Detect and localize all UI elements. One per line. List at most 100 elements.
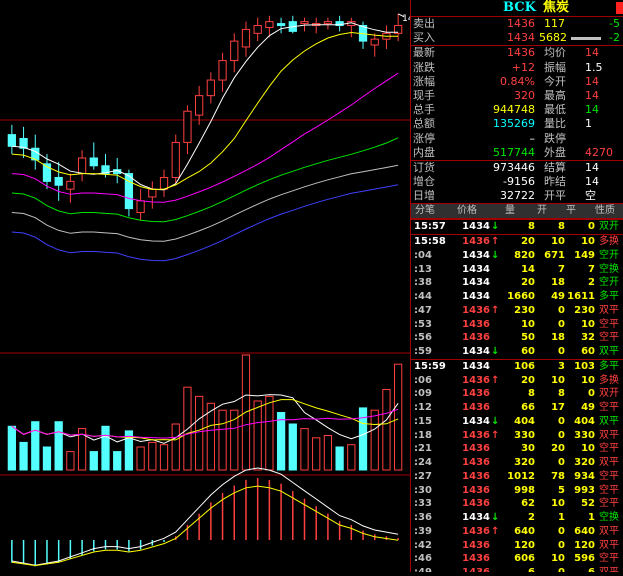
- volume-bar[interactable]: [218, 409, 227, 471]
- tick-open: 10: [551, 553, 565, 565]
- stat-label: 涨停: [413, 131, 435, 145]
- candle[interactable]: [54, 176, 63, 186]
- tick-row[interactable]: :21 1436 30 20 10 空平: [411, 442, 623, 456]
- candle[interactable]: [241, 28, 251, 48]
- tick-row[interactable]: :04 1434 ↓ 820 671 149 空开: [411, 249, 623, 263]
- candle[interactable]: [300, 21, 309, 25]
- stat-label-2: 跌停: [544, 131, 566, 145]
- volume-bar[interactable]: [101, 425, 110, 471]
- stat-value-2: 4270: [585, 145, 613, 159]
- candle[interactable]: [136, 200, 145, 214]
- tick-row[interactable]: :39 1436 ↑ 640 0 640 双平: [411, 525, 623, 539]
- tick-row[interactable]: :36 1434 ↓ 2 1 1 空换: [411, 511, 623, 525]
- tick-row[interactable]: :27 1436 1012 78 934 空平: [411, 470, 623, 484]
- volume-bar[interactable]: [42, 446, 52, 471]
- stat-value: -9156: [503, 175, 535, 189]
- tick-list[interactable]: 15:57 1434 ↓ 8 8 0 双开 15:58 1436 ↑ 20 10 10 多换:04 1434…: [411, 219, 623, 572]
- stat-label-2: 最低: [544, 103, 566, 117]
- tick-row[interactable]: :24 1436 320 0 320 双平: [411, 456, 623, 470]
- tick-row[interactable]: :09 1436 8 8 0 双开: [411, 387, 623, 401]
- volume-bar[interactable]: [253, 400, 262, 471]
- tick-row[interactable]: :44 1434 1660 49 1611 多平: [411, 290, 623, 304]
- volume-bar[interactable]: [19, 441, 28, 471]
- candle[interactable]: [218, 60, 227, 81]
- candle[interactable]: [195, 95, 204, 116]
- tick-row[interactable]: :30 1436 998 5 993 空平: [411, 484, 623, 498]
- candle[interactable]: [66, 180, 75, 190]
- candle[interactable]: [159, 176, 169, 190]
- tick-row[interactable]: :49 1436 6 0 6 双平: [411, 566, 623, 572]
- volume-bar[interactable]: [265, 395, 274, 471]
- tick-nature: 空平: [599, 402, 619, 414]
- tick-nature: 空平: [599, 318, 619, 330]
- tick-time: :47: [414, 304, 432, 316]
- tick-row[interactable]: :13 1434 14 7 7 空换: [411, 263, 623, 277]
- volume-bar[interactable]: [335, 446, 344, 471]
- tick-row[interactable]: :42 1436 120 0 120 双平: [411, 539, 623, 553]
- tick-row[interactable]: :15 1434 ↓ 404 0 404 双平: [411, 415, 623, 429]
- candle[interactable]: [323, 21, 333, 25]
- tick-price: 1436: [462, 498, 490, 510]
- arrow-up-icon: ↑: [491, 304, 500, 316]
- stat-row: 总额 135269 量比 1: [411, 117, 623, 131]
- kline-chart[interactable]: 1442: [0, 0, 425, 572]
- tick-volume: 8: [528, 221, 535, 233]
- volume-bar[interactable]: [113, 451, 122, 471]
- tick-row[interactable]: 15:59 1434 106 3 103 多平: [411, 358, 623, 374]
- tick-row[interactable]: 15:57 1434 ↓ 8 8 0 双开: [411, 219, 623, 234]
- stat-row: 涨跌 +12 振幅 1.5: [411, 61, 623, 75]
- kline-chart-area[interactable]: 1442: [0, 0, 425, 572]
- tick-row[interactable]: :56 1436 50 18 32 空平: [411, 331, 623, 345]
- candle[interactable]: [183, 110, 192, 143]
- candle[interactable]: [7, 134, 16, 147]
- volume-bar[interactable]: [195, 395, 204, 471]
- volume-bar[interactable]: [171, 423, 180, 471]
- candle[interactable]: [77, 157, 87, 175]
- candle[interactable]: [206, 79, 215, 97]
- volume-bar[interactable]: [382, 389, 391, 471]
- candle[interactable]: [89, 157, 98, 167]
- volume-bar[interactable]: [347, 444, 356, 471]
- tick-price: 1436: [462, 332, 490, 344]
- tick-row[interactable]: :18 1436 ↑ 330 0 330 双平: [411, 429, 623, 443]
- candle[interactable]: [370, 38, 379, 46]
- ask-row: 卖出 1436 117 -5: [411, 16, 623, 31]
- candle[interactable]: [148, 188, 157, 198]
- volume-bar[interactable]: [312, 437, 321, 471]
- tick-row[interactable]: :38 1434 20 18 2 空开: [411, 276, 623, 290]
- tick-open: 8: [558, 388, 565, 400]
- tick-nature: 多平: [599, 360, 619, 372]
- volume-bar[interactable]: [66, 451, 75, 471]
- tick-row[interactable]: :06 1436 ↑ 20 10 10 多换: [411, 374, 623, 388]
- tick-row[interactable]: :53 1436 10 0 10 空平: [411, 318, 623, 332]
- tick-row[interactable]: :12 1436 66 17 49 空平: [411, 401, 623, 415]
- volume-bar[interactable]: [136, 446, 145, 471]
- candle[interactable]: [253, 25, 262, 34]
- volume-bar[interactable]: [7, 425, 16, 471]
- volume-bar[interactable]: [31, 421, 40, 471]
- candle[interactable]: [230, 40, 239, 62]
- candle[interactable]: [276, 23, 286, 27]
- tick-row[interactable]: :47 1436 ↑ 230 0 230 双平: [411, 304, 623, 318]
- tick-row[interactable]: :33 1436 62 10 52 空平: [411, 497, 623, 511]
- candle[interactable]: [265, 21, 274, 28]
- volume-bar[interactable]: [54, 421, 63, 471]
- tick-row[interactable]: 15:58 1436 ↑ 20 10 10 多换: [411, 234, 623, 249]
- volume-bar[interactable]: [276, 412, 286, 471]
- volume-bar[interactable]: [323, 435, 333, 471]
- volume-bar[interactable]: [300, 428, 309, 471]
- stat-row: 总手 944748 最低 14: [411, 103, 623, 117]
- volume-bar[interactable]: [370, 409, 379, 471]
- volume-bar[interactable]: [394, 363, 403, 471]
- tick-row[interactable]: :46 1436 606 10 596 空平: [411, 552, 623, 566]
- volume-bar[interactable]: [288, 423, 297, 471]
- tick-row[interactable]: :59 1434 ↓ 60 0 60 双平: [411, 345, 623, 359]
- candle[interactable]: [171, 141, 180, 178]
- stat-label: 最新: [413, 46, 435, 60]
- volume-bar[interactable]: [89, 451, 98, 471]
- tick-table-header: 分笔 价格 量 开 平 性质: [411, 203, 623, 220]
- volume-bar[interactable]: [148, 441, 157, 471]
- stat-label-2: 开平: [544, 189, 566, 203]
- candle[interactable]: [124, 173, 134, 210]
- volume-bar[interactable]: [159, 444, 169, 471]
